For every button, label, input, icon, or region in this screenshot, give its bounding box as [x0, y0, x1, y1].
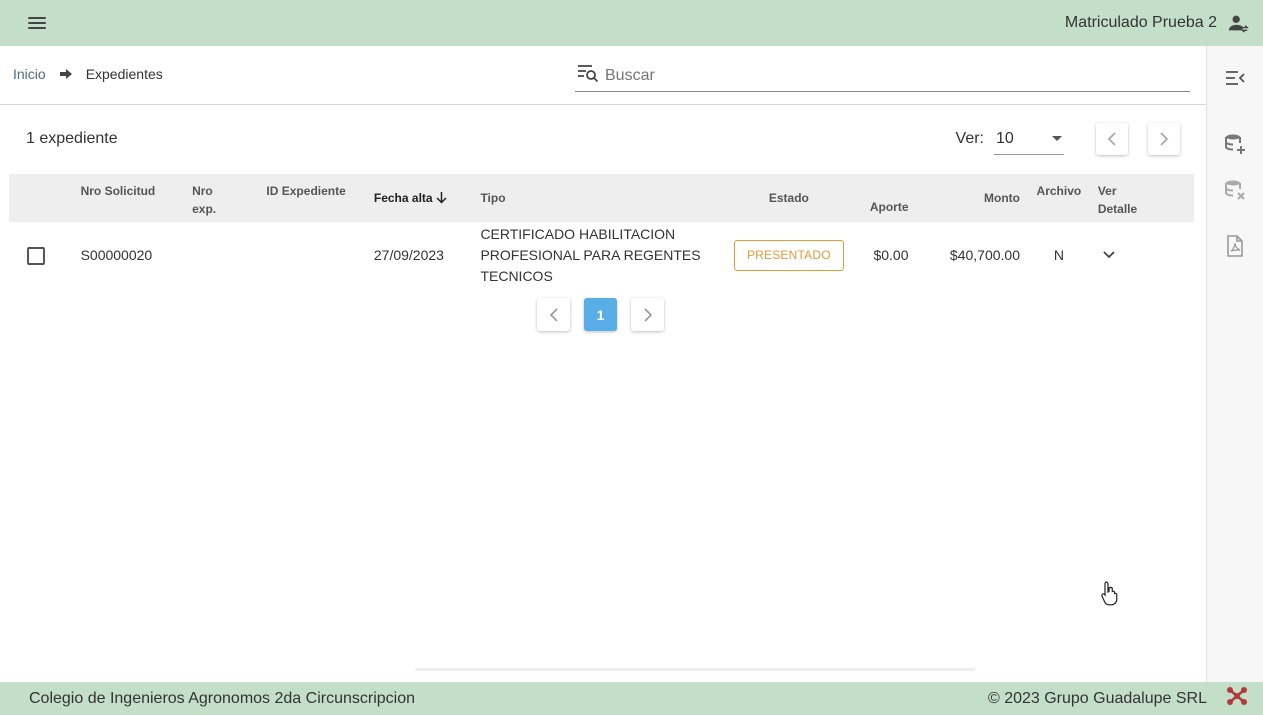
- cell-estado: PRESENTADO: [728, 222, 850, 289]
- page-size-value: 10: [996, 129, 1014, 147]
- col-nro-exp-line1: Nro: [192, 184, 213, 198]
- search-filter-icon: [577, 63, 599, 88]
- next-page-button[interactable]: [1148, 123, 1180, 155]
- collapse-panel-button[interactable]: [1219, 62, 1251, 94]
- footer-right: © 2023 Grupo Guadalupe SRL: [988, 684, 1249, 713]
- search-input[interactable]: [605, 66, 1190, 85]
- expand-row-button[interactable]: [1102, 247, 1116, 263]
- right-action-bar: [1206, 46, 1263, 682]
- select-column-header: [9, 174, 75, 222]
- arrow-right-icon: [59, 66, 72, 82]
- hand-cursor-icon: [1100, 580, 1120, 606]
- col-ver-detalle-line2: Detalle: [1097, 202, 1138, 216]
- chevron-down-icon: [1103, 251, 1115, 259]
- row-select-cell: [9, 222, 75, 289]
- sub-header: Inicio Expedientes: [0, 46, 1206, 105]
- sort-desc-icon: [436, 192, 447, 204]
- breadcrumb: Inicio Expedientes: [13, 66, 163, 82]
- col-fecha-alta-label: Fecha alta: [373, 191, 433, 205]
- horizontal-scrollbar[interactable]: [415, 668, 975, 671]
- col-monto[interactable]: Monto: [915, 174, 1026, 222]
- footer-organization: Colegio de Ingenieros Agronomos 2da Circ…: [29, 689, 415, 707]
- col-estado[interactable]: Estado: [728, 174, 850, 222]
- table-row[interactable]: S00000020 27/09/2023 CERTIFICADO HABILIT…: [9, 222, 1194, 289]
- col-fecha-alta[interactable]: Fecha alta: [368, 174, 475, 222]
- cell-monto: $40,700.00: [949, 247, 1020, 263]
- status-badge: PRESENTADO: [733, 240, 844, 271]
- cell-nro-solicitud: S00000020: [80, 247, 153, 263]
- pagination-prev-button[interactable]: [537, 298, 570, 331]
- col-aporte[interactable]: Aporte: [850, 174, 915, 222]
- cell-fecha-alta: 27/09/2023: [373, 247, 444, 263]
- col-nro-exp-line2: exp.: [192, 202, 217, 216]
- search-box: [575, 60, 1190, 92]
- breadcrumb-current: Expedientes: [85, 65, 163, 82]
- row-checkbox[interactable]: [27, 246, 45, 265]
- cell-ver-detalle: [1092, 222, 1194, 289]
- chevron-right-icon: [1160, 132, 1169, 146]
- pagination: 1: [537, 298, 664, 331]
- top-bar: Matriculado Prueba 2: [0, 0, 1263, 46]
- cell-nro-exp: [186, 222, 260, 289]
- footer: Colegio de Ingenieros Agronomos 2da Circ…: [0, 682, 1263, 715]
- menu-collapse-icon: [1226, 71, 1245, 85]
- pagination-page-button[interactable]: 1: [584, 298, 617, 331]
- footer-copyright: © 2023 Grupo Guadalupe SRL: [987, 689, 1207, 707]
- cell-id-expediente: [260, 222, 367, 289]
- user-name: Matriculado Prueba 2: [1064, 14, 1217, 31]
- page-size-label: Ver:: [955, 130, 984, 147]
- col-nro-exp[interactable]: Nro exp.: [186, 174, 260, 222]
- main-content: Inicio Expedientes 1 expediente Ver: 10: [0, 46, 1206, 682]
- cell-tipo: CERTIFICADO HABILITACION PROFESIONAL PAR…: [480, 226, 701, 284]
- database-remove-icon: [1225, 180, 1245, 200]
- pagination-next-button[interactable]: [631, 298, 664, 331]
- brand-logo-icon: [1225, 684, 1249, 713]
- page-size-control: Ver: 10: [956, 123, 1180, 155]
- add-database-button[interactable]: [1219, 128, 1251, 160]
- col-ver-detalle-line1: Ver: [1097, 184, 1117, 198]
- chevron-right-icon: [643, 307, 652, 322]
- user-menu[interactable]: Matriculado Prueba 2: [1065, 12, 1249, 34]
- chevron-left-icon: [1107, 132, 1116, 146]
- pdf-file-icon: [1227, 235, 1243, 257]
- col-id-expediente[interactable]: ID Expediente: [260, 174, 367, 222]
- menu-icon[interactable]: [26, 14, 48, 32]
- col-archivo[interactable]: Archivo: [1026, 174, 1092, 222]
- col-tipo[interactable]: Tipo: [474, 174, 728, 222]
- prev-page-button[interactable]: [1096, 123, 1128, 155]
- list-toolbar: 1 expediente Ver: 10: [0, 105, 1206, 173]
- expedientes-table: Nro Solicitud Nro exp. ID Expediente Fech…: [9, 174, 1194, 289]
- caret-down-icon: [1052, 136, 1062, 141]
- chevron-left-icon: [549, 307, 558, 322]
- col-ver-detalle: Ver Detalle: [1092, 174, 1194, 222]
- page-size-select[interactable]: 10: [994, 123, 1064, 155]
- user-switch-icon[interactable]: [1227, 12, 1249, 34]
- export-pdf-button[interactable]: [1219, 230, 1251, 262]
- cell-archivo: N: [1053, 247, 1064, 263]
- remove-database-button[interactable]: [1219, 174, 1251, 206]
- record-count: 1 expediente: [26, 130, 118, 147]
- col-nro-solicitud[interactable]: Nro Solicitud: [75, 174, 187, 222]
- table-header-row: Nro Solicitud Nro exp. ID Expediente Fech…: [9, 174, 1194, 222]
- cell-aporte: $0.00: [873, 247, 909, 263]
- database-plus-icon: [1225, 134, 1245, 154]
- breadcrumb-home[interactable]: Inicio: [13, 66, 46, 82]
